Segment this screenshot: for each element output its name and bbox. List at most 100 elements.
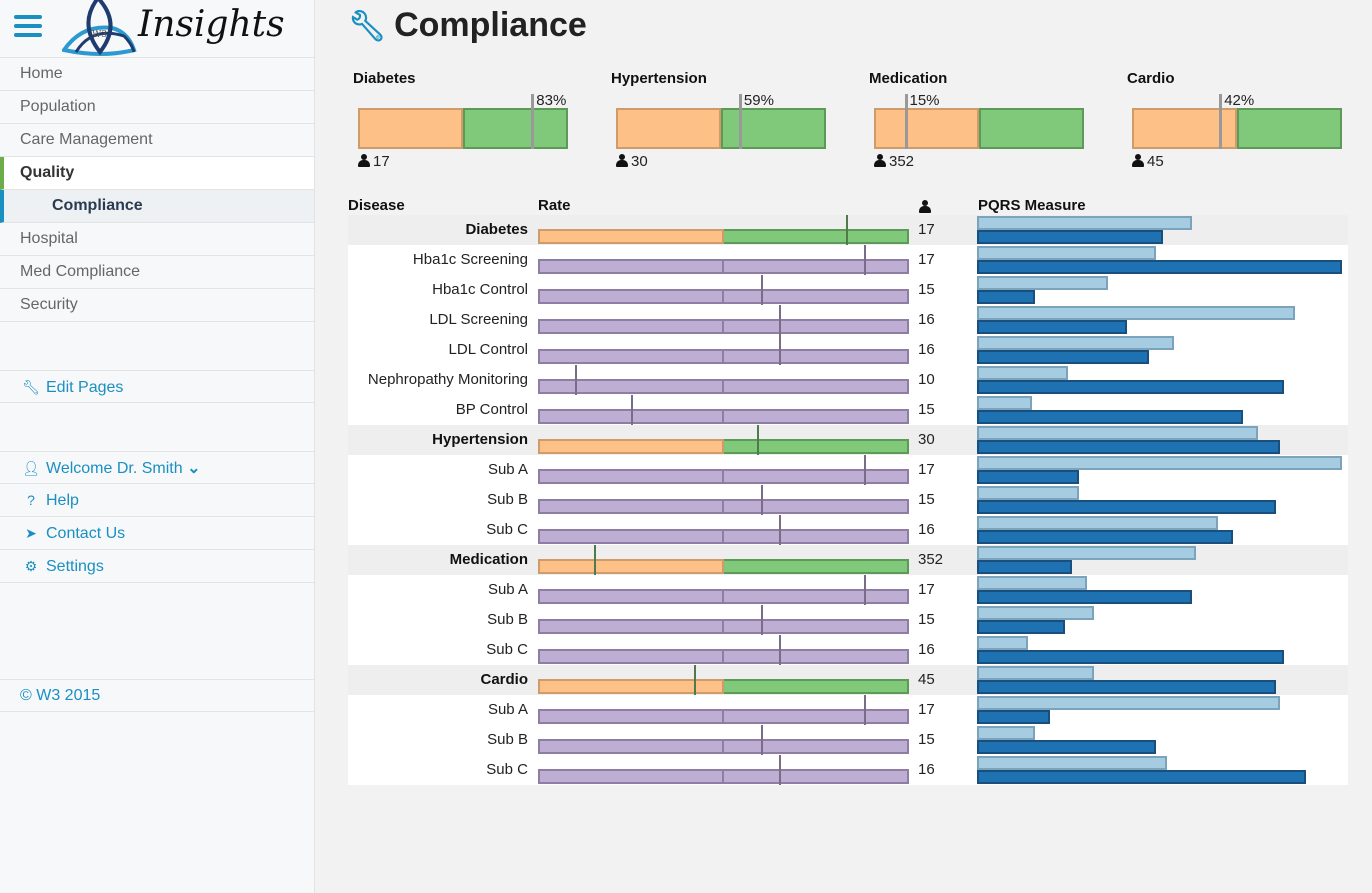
patient-count: 17 bbox=[918, 581, 935, 598]
table-row[interactable]: Sub A 17 bbox=[348, 695, 1348, 725]
rate-percent: 59% bbox=[743, 92, 774, 109]
patient-count: 16 bbox=[918, 311, 935, 328]
summary-rate-bar bbox=[1132, 108, 1342, 149]
table-row[interactable]: Sub C 16 bbox=[348, 515, 1348, 545]
patient-count: 352 bbox=[874, 153, 914, 170]
disease-name: LDL Control bbox=[448, 341, 528, 358]
patient-count: 30 bbox=[616, 153, 648, 170]
user-menu-label: Settings bbox=[46, 558, 104, 575]
table-row[interactable]: BP Control 15 bbox=[348, 395, 1348, 425]
rate-bar-left bbox=[538, 619, 724, 634]
patient-count: 17 bbox=[918, 251, 935, 268]
patient-count: 17 bbox=[918, 461, 935, 478]
pqrs-bar-light bbox=[977, 246, 1156, 260]
above-target-segment bbox=[721, 108, 826, 149]
rate-bar bbox=[538, 739, 909, 754]
patient-count-value: 352 bbox=[889, 153, 915, 170]
rate-percent: 42% bbox=[1224, 92, 1255, 109]
user-menu-item[interactable]: ➤ Contact Us bbox=[0, 517, 314, 550]
rate-bar bbox=[538, 679, 909, 694]
pqrs-bar-dark bbox=[977, 770, 1306, 784]
below-target-segment bbox=[358, 108, 463, 149]
below-target-segment bbox=[874, 108, 979, 149]
rate-bar-left bbox=[538, 439, 724, 454]
pqrs-bar-light bbox=[977, 426, 1259, 440]
above-target-segment bbox=[979, 108, 1084, 149]
rate-marker bbox=[531, 94, 535, 149]
rate-bar bbox=[538, 589, 909, 604]
summary-card: Hypertension 59% 30 bbox=[611, 70, 831, 170]
patient-count-value: 17 bbox=[373, 153, 390, 170]
rate-bar-right bbox=[723, 529, 909, 544]
group-row[interactable]: Medication 352 bbox=[348, 545, 1348, 575]
rate-marker bbox=[738, 94, 742, 149]
nav-list: Home Population Care Management Quality Comp… bbox=[0, 58, 314, 322]
table-row[interactable]: Hba1c Screening 17 bbox=[348, 245, 1348, 275]
table-row[interactable]: Hba1c Control 15 bbox=[348, 275, 1348, 305]
sidebar: W3 Insights Home Population Care Managemen… bbox=[0, 0, 315, 893]
table-row[interactable]: LDL Control 16 bbox=[348, 335, 1348, 365]
rate-bar-left bbox=[538, 739, 724, 754]
summary-rate-bar bbox=[616, 108, 826, 149]
pqrs-bar-dark bbox=[977, 530, 1233, 544]
sidebar-item-compliance[interactable]: Compliance bbox=[0, 190, 314, 223]
rate-marker bbox=[864, 695, 867, 725]
group-row[interactable]: Cardio 45 bbox=[348, 665, 1348, 695]
pqrs-bar-dark bbox=[977, 590, 1193, 604]
pqrs-bar-light bbox=[977, 606, 1094, 620]
sidebar-item-care-management[interactable]: Care Management bbox=[0, 124, 314, 157]
table-row[interactable]: Sub B 15 bbox=[348, 605, 1348, 635]
hamburger-menu-icon[interactable] bbox=[14, 15, 42, 39]
rate-marker bbox=[864, 245, 867, 275]
rate-bar bbox=[538, 469, 909, 484]
rate-percent: 15% bbox=[909, 92, 940, 109]
rate-bar bbox=[538, 229, 909, 244]
table-row[interactable]: Sub C 16 bbox=[348, 755, 1348, 785]
user-menu-item[interactable]: ? Help bbox=[0, 484, 314, 517]
summary-card-title: Hypertension bbox=[611, 70, 707, 87]
rate-marker bbox=[693, 665, 696, 695]
group-row[interactable]: Diabetes 17 bbox=[348, 215, 1348, 245]
disease-name: Sub A bbox=[487, 461, 528, 478]
rate-bar-left bbox=[538, 259, 724, 274]
rate-marker bbox=[630, 395, 633, 425]
edit-pages-link[interactable]: 🔧︎ Edit Pages bbox=[0, 370, 314, 403]
table-row[interactable]: Sub A 17 bbox=[348, 575, 1348, 605]
sidebar-item-hospital[interactable]: Hospital bbox=[0, 223, 314, 256]
user-menu-item[interactable]: 👤︎ Welcome Dr. Smith ⌄ bbox=[0, 451, 314, 484]
disease-name: Sub B bbox=[487, 611, 528, 628]
disease-name: Sub C bbox=[486, 641, 528, 658]
group-row[interactable]: Hypertension 30 bbox=[348, 425, 1348, 455]
person-icon bbox=[874, 154, 886, 167]
table-row[interactable]: LDL Screening 16 bbox=[348, 305, 1348, 335]
rate-marker bbox=[593, 545, 596, 575]
sidebar-item-med-compliance[interactable]: Med Compliance bbox=[0, 256, 314, 289]
table-row[interactable]: Sub B 15 bbox=[348, 485, 1348, 515]
user-menu-item[interactable]: ⚙ Settings bbox=[0, 550, 314, 583]
rate-bar-right bbox=[723, 439, 909, 454]
pqrs-bar-dark bbox=[977, 680, 1277, 694]
patient-count: 16 bbox=[918, 761, 935, 778]
table-row[interactable]: Sub C 16 bbox=[348, 635, 1348, 665]
table-row[interactable]: Sub A 17 bbox=[348, 455, 1348, 485]
disease-name: Nephropathy Monitoring bbox=[367, 371, 528, 388]
chevron-down-icon[interactable]: ⌄ bbox=[183, 460, 200, 477]
rate-bar bbox=[538, 499, 909, 514]
rate-bar bbox=[538, 259, 909, 274]
pqrs-bar-light bbox=[977, 306, 1295, 320]
disease-name: Sub A bbox=[487, 701, 528, 718]
rate-marker bbox=[779, 335, 782, 365]
pqrs-bar-dark bbox=[977, 230, 1164, 244]
brand-header: W3 Insights bbox=[0, 0, 314, 58]
sidebar-item-quality[interactable]: Quality bbox=[0, 157, 314, 190]
table-row[interactable]: Sub B 15 bbox=[348, 725, 1348, 755]
table-row[interactable]: Nephropathy Monitoring 10 bbox=[348, 365, 1348, 395]
patient-count: 17 bbox=[918, 701, 935, 718]
rate-marker bbox=[845, 215, 848, 245]
rate-bar-left bbox=[538, 499, 724, 514]
sidebar-item-security[interactable]: Security bbox=[0, 289, 314, 322]
sidebar-item-population[interactable]: Population bbox=[0, 91, 314, 124]
rate-bar-right bbox=[723, 259, 909, 274]
sidebar-item-home[interactable]: Home bbox=[0, 58, 314, 91]
user-menu-label: Welcome Dr. Smith bbox=[46, 460, 183, 477]
